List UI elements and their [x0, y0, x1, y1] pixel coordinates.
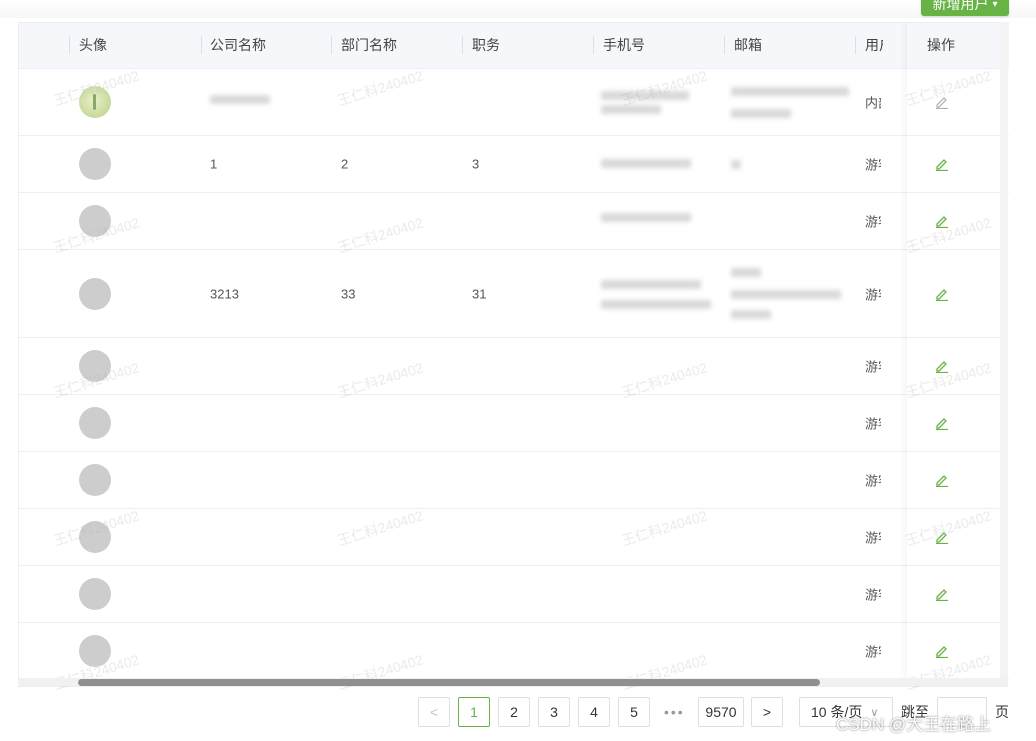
page-ellipsis[interactable]: ••• — [664, 697, 685, 727]
department-cell: 33 — [341, 286, 356, 301]
column-header-avatar: 头像 — [79, 37, 107, 53]
column-separator — [855, 36, 856, 54]
edit-icon[interactable] — [935, 644, 949, 659]
edit-icon[interactable] — [935, 214, 949, 229]
table-row: 1 2 3 游客 — [19, 136, 1009, 193]
email-redacted — [731, 160, 741, 169]
position-cell: 31 — [472, 286, 487, 301]
next-page-button[interactable]: > — [751, 697, 783, 727]
column-separator — [69, 36, 70, 54]
column-header-email: 邮箱 — [734, 37, 762, 53]
company-redacted — [210, 95, 270, 104]
column-separator — [593, 36, 594, 54]
phone-redacted — [601, 300, 711, 309]
prev-page-button[interactable]: < — [418, 697, 450, 727]
avatar — [79, 350, 111, 382]
table-row: 游客 — [19, 452, 1009, 509]
column-header-department: 部门名称 — [341, 37, 397, 53]
table-row: 内部 — [19, 69, 1009, 136]
avatar — [79, 148, 111, 180]
email-redacted — [731, 310, 771, 319]
avatar — [79, 86, 111, 118]
table-row: 游客 — [19, 623, 1009, 680]
page-button-2[interactable]: 2 — [498, 697, 530, 727]
user-type-cell: 游客 — [865, 214, 881, 230]
csdn-credit-watermark: CSDN @大王在路上 — [836, 715, 992, 734]
avatar — [79, 578, 111, 610]
user-type-cell: 游客 — [865, 287, 881, 302]
table-row: 游客 — [19, 193, 1009, 250]
user-type-cell: 游客 — [865, 359, 881, 375]
user-type-cell: 游客 — [865, 587, 881, 603]
edit-icon[interactable] — [935, 95, 949, 110]
edit-icon[interactable] — [935, 416, 949, 431]
table-row: 3213 33 31 游客 — [19, 250, 1009, 338]
avatar — [79, 521, 111, 553]
email-redacted — [731, 268, 761, 277]
phone-redacted — [601, 105, 661, 114]
column-separator — [462, 36, 463, 54]
user-type-cell: 游客 — [865, 473, 881, 489]
avatar — [79, 277, 111, 310]
email-redacted — [731, 87, 849, 96]
table-row: 游客 — [19, 395, 1009, 452]
users-table: 头像 公司名称 部门名称 职务 手机号 邮箱 用户类型 操作 内部 — [18, 22, 1009, 687]
top-bar — [0, 0, 1036, 18]
edit-icon[interactable] — [935, 359, 949, 374]
avatar — [79, 205, 111, 237]
edit-icon[interactable] — [935, 473, 949, 488]
edit-icon[interactable] — [935, 157, 949, 172]
user-type-cell: 内部 — [865, 95, 881, 111]
table-row: 游客 — [19, 338, 1009, 395]
column-header-user-type: 用户类型 — [865, 37, 883, 53]
table-row: 游客 — [19, 509, 1009, 566]
page-unit-label: 页 — [995, 704, 1009, 720]
column-header-actions: 操作 — [927, 37, 955, 53]
column-header-position: 职务 — [472, 37, 500, 53]
chevron-down-icon: ▾ — [992, 0, 998, 10]
table-header: 头像 公司名称 部门名称 职务 手机号 邮箱 用户类型 操作 — [19, 23, 1009, 69]
phone-redacted — [601, 280, 701, 289]
user-type-cell: 游客 — [865, 157, 881, 173]
page-button-last[interactable]: 9570 — [698, 697, 744, 727]
user-type-cell: 游客 — [865, 644, 881, 660]
table-row: 游客 — [19, 566, 1009, 623]
page-button-3[interactable]: 3 — [538, 697, 570, 727]
phone-redacted — [601, 213, 691, 222]
column-header-phone: 手机号 — [603, 37, 645, 53]
column-separator — [201, 36, 202, 54]
company-cell: 3213 — [210, 286, 239, 301]
position-cell: 3 — [472, 156, 480, 172]
edit-icon[interactable] — [935, 287, 949, 301]
add-user-label: 新增用户 — [932, 0, 989, 12]
horizontal-scrollbar-thumb[interactable] — [78, 679, 820, 686]
edit-icon[interactable] — [935, 530, 949, 545]
avatar — [79, 407, 111, 439]
column-separator — [331, 36, 332, 54]
page-button-5[interactable]: 5 — [618, 697, 650, 727]
user-type-cell: 游客 — [865, 416, 881, 432]
user-type-cell: 游客 — [865, 530, 881, 546]
avatar — [79, 464, 111, 496]
email-redacted — [731, 290, 841, 299]
add-user-button[interactable]: 新增用户 ▾ — [921, 0, 1009, 16]
edit-icon[interactable] — [935, 587, 949, 602]
page-button-4[interactable]: 4 — [578, 697, 610, 727]
phone-redacted — [601, 159, 691, 168]
email-redacted — [731, 109, 791, 118]
page-button-1[interactable]: 1 — [458, 697, 490, 727]
avatar — [79, 635, 111, 667]
column-separator — [724, 36, 725, 54]
fixed-column-shadow — [899, 23, 907, 686]
company-cell: 1 — [210, 156, 218, 172]
table-right-edge — [1000, 22, 1008, 685]
column-header-company: 公司名称 — [210, 37, 266, 53]
phone-redacted — [601, 91, 689, 100]
department-cell: 2 — [341, 156, 349, 172]
